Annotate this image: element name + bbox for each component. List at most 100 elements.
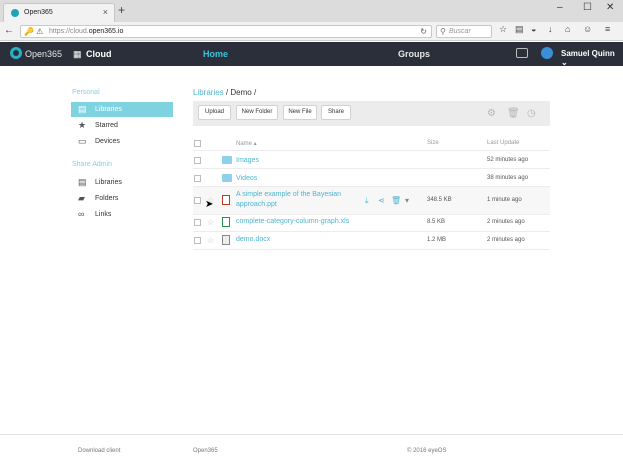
history-clock-icon[interactable]: ◷ [527,108,536,119]
column-header-name[interactable]: Name ▴ [236,140,257,147]
file-size: 348.5 KB [427,197,452,203]
sidebar-item-admin-libraries[interactable]: ▤ Libraries [71,175,173,190]
reload-icon[interactable]: ↻ [420,27,427,36]
breadcrumb-current: Demo / [230,88,257,97]
menu-icon[interactable]: ≡ [605,24,610,34]
home-icon[interactable]: ⌂ [565,24,570,34]
footer-divider [0,434,623,435]
ppt-file-icon [222,195,230,205]
clipboard-icon[interactable]: ▤ [515,24,524,35]
divider [193,168,550,169]
sidebar-personal-header: Personal [72,89,100,96]
file-name-link[interactable]: Videos [236,175,257,182]
settings-gear-icon[interactable]: ⚙ [487,108,496,119]
mouse-cursor-icon: ➤ [205,199,214,210]
star-icon[interactable]: ☆ [207,236,214,245]
new-file-button[interactable]: New File [283,105,317,120]
breadcrumb: Libraries / Demo / [193,88,257,97]
site-info-icon[interactable]: 🔑 ⚠ [24,27,43,36]
nav-home[interactable]: Home [203,49,228,59]
row-checkbox[interactable] [194,197,201,204]
new-tab-button[interactable]: + [118,3,125,17]
avatar[interactable] [541,47,553,59]
last-update: 38 minutes ago [487,175,529,181]
close-tab-icon[interactable]: × [103,7,108,17]
divider [193,249,550,250]
last-update: 52 minutes ago [487,157,529,163]
file-name-link[interactable]: demo.docx [236,236,270,243]
maximize-window-button[interactable]: ☐ [583,2,592,13]
column-header-size[interactable]: Size [427,140,439,146]
chat-icon[interactable] [516,48,528,58]
url-text: https://cloud.open365.io [49,28,124,35]
logo-text[interactable]: Open365 [25,49,62,59]
copyright: © 2016 eyeOS [407,448,447,454]
row-checkbox[interactable] [194,175,201,182]
nav-groups[interactable]: Groups [398,49,430,59]
apps-grid-icon[interactable]: ▦ [73,49,82,60]
libraries-icon: ▤ [78,177,87,187]
last-update: 2 minutes ago [487,237,525,243]
pocket-icon[interactable]: ◒ [531,24,536,34]
close-window-button[interactable]: ✕ [606,2,614,13]
file-name-link[interactable]: Images [236,157,259,164]
breadcrumb-libraries-link[interactable]: Libraries [193,88,224,97]
row-checkbox[interactable] [194,237,201,244]
share-icon[interactable]: ⋖ [378,196,385,205]
divider [193,150,550,151]
search-placeholder: Buscar [449,28,471,35]
libraries-icon: ▤ [78,104,87,114]
sidebar-item-starred[interactable]: ★ Starred [71,118,173,133]
back-arrow-icon[interactable]: ← [4,25,18,38]
bookmark-star-icon[interactable]: ☆ [499,24,507,35]
search-icon: ⚲ [440,27,446,36]
folder-icon [222,156,232,164]
sidebar-item-devices[interactable]: ▭ Devices [71,134,173,149]
address-bar[interactable]: 🔑 ⚠ https://cloud.open365.io ↻ [20,25,432,38]
user-menu[interactable]: Samuel Quinn ⌄ [561,49,623,67]
link-icon: ∞ [78,209,85,219]
file-name-link[interactable]: A simple example of the Bayesian [236,191,341,198]
sidebar-item-libraries[interactable]: ▤ Libraries [71,102,173,117]
tab-title: Open365 [24,9,53,16]
sidebar-item-folders[interactable]: ▰ Folders [71,191,173,206]
app-name: Cloud [86,49,112,59]
browser-tab[interactable]: Open365 × [3,3,115,22]
minimize-window-button[interactable]: – [557,2,563,13]
folder-icon [222,174,232,182]
emoji-icon[interactable]: ☺ [583,24,592,34]
file-size: 1.2 MB [427,237,447,243]
search-box[interactable]: ⚲ Buscar [436,25,492,38]
file-name-link-line2[interactable]: approach.ppt [236,201,277,208]
row-checkbox[interactable] [194,157,201,164]
doc-file-icon [222,235,230,245]
folder-icon: ▰ [78,193,85,203]
sidebar-admin-header: Share Admin [72,161,113,168]
star-icon: ★ [78,120,87,130]
last-update: 2 minutes ago [487,219,525,225]
open365-favicon-icon [11,9,19,17]
monitor-icon: ▭ [78,136,87,146]
row-checkbox[interactable] [194,219,201,226]
upload-button[interactable]: Upload [198,105,231,120]
footer-brand: Open365 [193,448,218,454]
sidebar-item-links[interactable]: ∞ Links [71,207,173,222]
new-folder-button[interactable]: New Folder [236,105,278,120]
file-size: 8.5 KB [427,219,446,225]
more-dropdown-icon[interactable]: ▾ [405,196,409,205]
delete-icon[interactable]: 🗑 [391,196,401,205]
last-update: 1 minute ago [487,197,522,203]
download-client-link[interactable]: Download client [78,448,120,454]
download-icon[interactable]: ⤓ [365,196,369,206]
divider [193,231,550,232]
file-name-link[interactable]: complete-category-column-graph.xls [236,218,349,225]
column-header-last-update[interactable]: Last Update [487,140,519,146]
select-all-checkbox[interactable] [194,140,201,147]
star-icon[interactable]: ☆ [207,218,214,227]
divider [193,214,550,215]
download-icon[interactable]: ↓ [548,24,553,34]
share-button[interactable]: Share [321,105,351,120]
open365-logo-icon [10,47,22,59]
xls-file-icon [222,217,230,227]
trash-icon[interactable]: 🗑 [507,108,520,119]
